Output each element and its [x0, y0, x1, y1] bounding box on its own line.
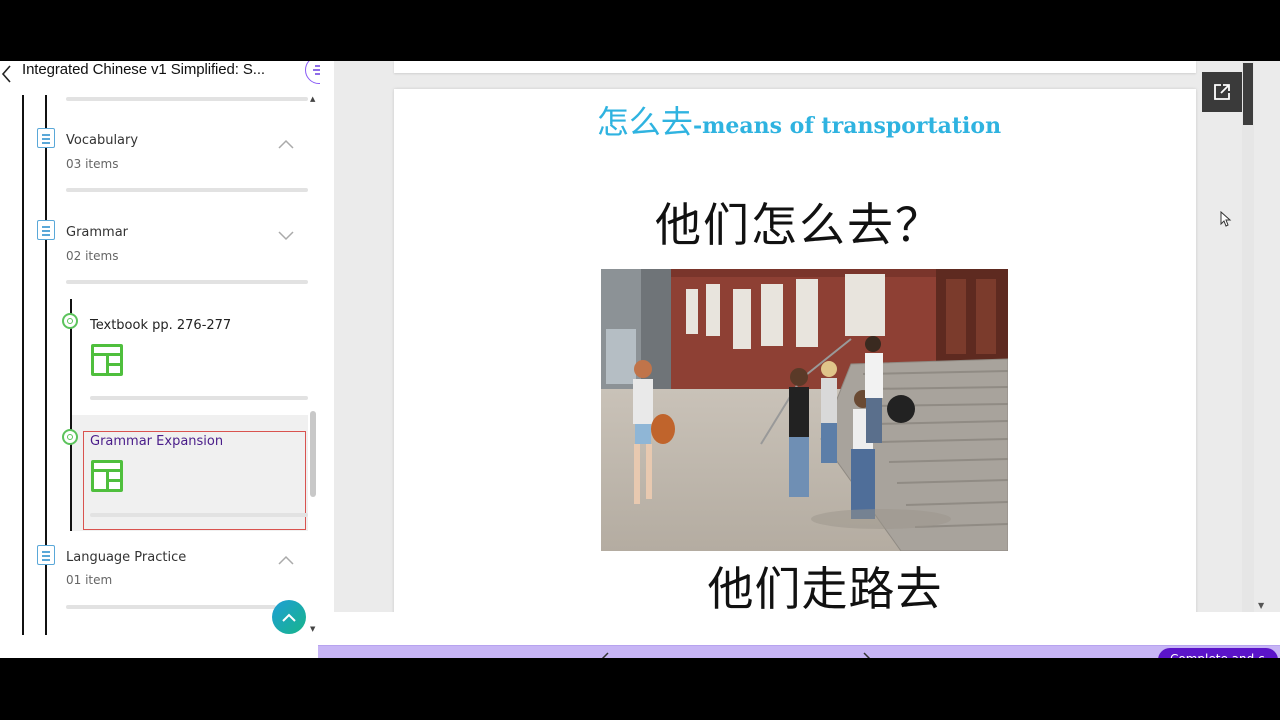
slide-title-chinese: 怎么去	[596, 103, 693, 141]
item-title-textbook[interactable]: Textbook pp. 276-277	[90, 318, 231, 333]
slide-title-english: -means of transportation	[692, 113, 1002, 139]
sidebar-scrollbar[interactable]	[309, 95, 317, 635]
previous-lesson-icon[interactable]	[600, 652, 610, 658]
item-status-icon	[62, 313, 78, 329]
section-title-vocabulary[interactable]: Vocabulary	[66, 133, 138, 148]
slide-question: 他们怎么去？	[655, 198, 943, 252]
app-frame: Integrated Chinese v1 Simplified: S... V…	[0, 61, 1280, 658]
item-status-icon	[62, 429, 78, 445]
slide-title: 怎么去-means of transportation	[394, 97, 1204, 143]
section-count-language-practice: 01 item	[66, 573, 113, 587]
section-count-grammar: 02 items	[66, 249, 119, 263]
open-external-button[interactable]	[1202, 72, 1242, 112]
lesson-navigation-bar: Complete and c	[318, 645, 1280, 658]
scroll-up-arrow[interactable]: ▲	[310, 96, 316, 103]
scroll-down-arrow[interactable]: ▼	[310, 626, 316, 633]
back-arrow-icon[interactable]	[0, 63, 14, 85]
scroll-down-arrow[interactable]: ▼	[1258, 601, 1264, 610]
document-icon	[37, 128, 55, 148]
layout-grid-icon[interactable]	[90, 459, 124, 493]
outline-menu-button[interactable]	[305, 61, 320, 84]
divider	[66, 605, 276, 609]
students-walking-photo	[601, 269, 1008, 551]
sidebar-scrollbar-thumb[interactable]	[310, 411, 316, 497]
slide-answer: 他们走路去	[707, 562, 943, 612]
chevron-up-icon[interactable]	[278, 139, 294, 149]
slide-viewer: 怎么去-means of transportation 他们怎么去？ 他们走路去…	[334, 61, 1280, 612]
open-external-icon	[1214, 84, 1230, 100]
scroll-to-top-button[interactable]	[272, 600, 306, 634]
viewer-scrollbar[interactable]	[1242, 61, 1254, 612]
section-title-grammar[interactable]: Grammar	[66, 225, 128, 240]
divider	[66, 97, 308, 101]
divider	[90, 513, 308, 517]
complete-and-continue-button[interactable]: Complete and c	[1158, 648, 1278, 658]
arrow-up-icon	[282, 613, 296, 622]
item-title-grammar-expansion[interactable]: Grammar Expansion	[90, 434, 223, 449]
previous-slide-edge	[394, 61, 1196, 73]
section-count-vocabulary: 03 items	[66, 157, 119, 171]
viewer-scrollbar-thumb[interactable]	[1243, 63, 1253, 125]
layout-grid-icon[interactable]	[90, 343, 124, 377]
course-outline-sidebar: Integrated Chinese v1 Simplified: S... V…	[0, 61, 320, 658]
course-title: Integrated Chinese v1 Simplified: S...	[22, 61, 265, 78]
timeline-outer-line	[22, 95, 24, 635]
next-lesson-icon[interactable]	[862, 652, 872, 658]
divider	[90, 396, 308, 400]
document-icon	[37, 545, 55, 565]
section-title-language-practice[interactable]: Language Practice	[66, 550, 186, 565]
mouse-cursor-icon	[1220, 211, 1232, 227]
divider	[66, 188, 308, 192]
chevron-up-icon[interactable]	[278, 555, 294, 565]
sidebar-header: Integrated Chinese v1 Simplified: S...	[0, 61, 320, 95]
outline-menu-icon	[313, 65, 320, 75]
chevron-down-icon[interactable]	[278, 231, 294, 241]
divider	[66, 280, 308, 284]
document-icon	[37, 220, 55, 240]
slide: 怎么去-means of transportation 他们怎么去？ 他们走路去	[394, 89, 1196, 612]
